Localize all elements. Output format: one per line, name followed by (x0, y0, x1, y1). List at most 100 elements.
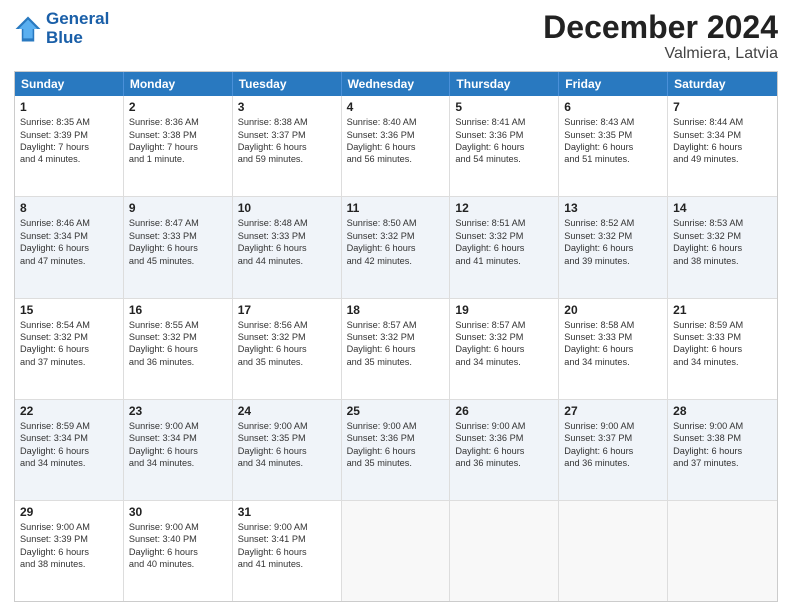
day-number: 3 (238, 100, 336, 114)
cell-line: Sunrise: 9:00 AM (347, 420, 445, 432)
calendar-cell (450, 501, 559, 601)
cell-line: Daylight: 6 hours (20, 445, 118, 457)
cell-line: Sunrise: 8:54 AM (20, 319, 118, 331)
day-number: 13 (564, 201, 662, 215)
cell-line: Daylight: 6 hours (129, 445, 227, 457)
calendar-cell: 13Sunrise: 8:52 AMSunset: 3:32 PMDayligh… (559, 197, 668, 297)
cell-line: Daylight: 6 hours (455, 343, 553, 355)
cell-line: Sunrise: 8:35 AM (20, 116, 118, 128)
day-number: 8 (20, 201, 118, 215)
day-header-thursday: Thursday (450, 72, 559, 96)
cell-line: Daylight: 6 hours (238, 546, 336, 558)
cell-line: Daylight: 6 hours (673, 445, 772, 457)
day-number: 12 (455, 201, 553, 215)
day-number: 25 (347, 404, 445, 418)
cell-line: Daylight: 7 hours (129, 141, 227, 153)
cell-line: Sunrise: 8:48 AM (238, 217, 336, 229)
day-number: 4 (347, 100, 445, 114)
calendar-cell: 8Sunrise: 8:46 AMSunset: 3:34 PMDaylight… (15, 197, 124, 297)
cell-line: Sunset: 3:34 PM (20, 432, 118, 444)
cell-line: and 40 minutes. (129, 558, 227, 570)
cell-line: and 36 minutes. (455, 457, 553, 469)
cell-line: Sunrise: 8:53 AM (673, 217, 772, 229)
cell-line: Sunset: 3:40 PM (129, 533, 227, 545)
calendar-cell: 24Sunrise: 9:00 AMSunset: 3:35 PMDayligh… (233, 400, 342, 500)
day-number: 5 (455, 100, 553, 114)
day-number: 22 (20, 404, 118, 418)
cell-line: Daylight: 6 hours (347, 445, 445, 457)
cell-line: Sunrise: 8:55 AM (129, 319, 227, 331)
cell-line: Sunrise: 8:52 AM (564, 217, 662, 229)
cell-line: Sunrise: 8:58 AM (564, 319, 662, 331)
calendar-cell: 12Sunrise: 8:51 AMSunset: 3:32 PMDayligh… (450, 197, 559, 297)
cell-line: Sunrise: 9:00 AM (129, 521, 227, 533)
cell-line: Sunrise: 8:57 AM (347, 319, 445, 331)
cell-line: Daylight: 6 hours (455, 141, 553, 153)
cell-line: Sunset: 3:32 PM (129, 331, 227, 343)
cell-line: Sunrise: 9:00 AM (238, 521, 336, 533)
page-subtitle: Valmiera, Latvia (543, 45, 778, 63)
day-number: 17 (238, 303, 336, 317)
calendar-header: SundayMondayTuesdayWednesdayThursdayFrid… (15, 72, 777, 96)
cell-line: Daylight: 6 hours (564, 242, 662, 254)
day-number: 30 (129, 505, 227, 519)
cell-line: and 34 minutes. (129, 457, 227, 469)
cell-line: Sunset: 3:35 PM (564, 129, 662, 141)
cell-line: Sunrise: 8:40 AM (347, 116, 445, 128)
cell-line: Sunrise: 8:47 AM (129, 217, 227, 229)
cell-line: Sunset: 3:36 PM (455, 432, 553, 444)
cell-line: Sunrise: 8:41 AM (455, 116, 553, 128)
cell-line: Sunset: 3:32 PM (673, 230, 772, 242)
day-number: 16 (129, 303, 227, 317)
day-number: 10 (238, 201, 336, 215)
calendar-cell: 2Sunrise: 8:36 AMSunset: 3:38 PMDaylight… (124, 96, 233, 196)
calendar-cell: 28Sunrise: 9:00 AMSunset: 3:38 PMDayligh… (668, 400, 777, 500)
cell-line: Sunset: 3:38 PM (129, 129, 227, 141)
cell-line: and 38 minutes. (673, 255, 772, 267)
cell-line: Sunset: 3:39 PM (20, 129, 118, 141)
cell-line: and 34 minutes. (20, 457, 118, 469)
calendar-cell: 25Sunrise: 9:00 AMSunset: 3:36 PMDayligh… (342, 400, 451, 500)
day-header-tuesday: Tuesday (233, 72, 342, 96)
calendar-cell: 30Sunrise: 9:00 AMSunset: 3:40 PMDayligh… (124, 501, 233, 601)
cell-line: Sunset: 3:32 PM (238, 331, 336, 343)
cell-line: and 49 minutes. (673, 153, 772, 165)
cell-line: Sunset: 3:37 PM (238, 129, 336, 141)
cell-line: and 45 minutes. (129, 255, 227, 267)
cell-line: Sunset: 3:36 PM (455, 129, 553, 141)
calendar-cell: 27Sunrise: 9:00 AMSunset: 3:37 PMDayligh… (559, 400, 668, 500)
cell-line: and 35 minutes. (347, 457, 445, 469)
calendar-cell: 31Sunrise: 9:00 AMSunset: 3:41 PMDayligh… (233, 501, 342, 601)
cell-line: Sunset: 3:33 PM (673, 331, 772, 343)
calendar-cell: 18Sunrise: 8:57 AMSunset: 3:32 PMDayligh… (342, 299, 451, 399)
cell-line: Daylight: 6 hours (238, 242, 336, 254)
day-header-sunday: Sunday (15, 72, 124, 96)
cell-line: Daylight: 6 hours (20, 343, 118, 355)
cell-line: and 36 minutes. (564, 457, 662, 469)
cell-line: Sunset: 3:32 PM (455, 331, 553, 343)
cell-line: and 56 minutes. (347, 153, 445, 165)
calendar-cell: 10Sunrise: 8:48 AMSunset: 3:33 PMDayligh… (233, 197, 342, 297)
cell-line: and 34 minutes. (673, 356, 772, 368)
cell-line: Sunset: 3:33 PM (564, 331, 662, 343)
cell-line: Sunrise: 8:57 AM (455, 319, 553, 331)
day-number: 9 (129, 201, 227, 215)
cell-line: Daylight: 6 hours (455, 242, 553, 254)
day-header-friday: Friday (559, 72, 668, 96)
cell-line: and 41 minutes. (455, 255, 553, 267)
title-block: December 2024 Valmiera, Latvia (543, 10, 778, 63)
cell-line: Daylight: 6 hours (564, 445, 662, 457)
calendar-cell (559, 501, 668, 601)
cell-line: Sunrise: 8:36 AM (129, 116, 227, 128)
cell-line: and 47 minutes. (20, 255, 118, 267)
cell-line: and 39 minutes. (564, 255, 662, 267)
day-number: 21 (673, 303, 772, 317)
cell-line: Daylight: 6 hours (238, 141, 336, 153)
cell-line: Daylight: 6 hours (673, 343, 772, 355)
day-number: 31 (238, 505, 336, 519)
calendar-cell: 29Sunrise: 9:00 AMSunset: 3:39 PMDayligh… (15, 501, 124, 601)
cell-line: Sunset: 3:34 PM (20, 230, 118, 242)
day-number: 1 (20, 100, 118, 114)
cell-line: Sunrise: 9:00 AM (564, 420, 662, 432)
day-number: 27 (564, 404, 662, 418)
